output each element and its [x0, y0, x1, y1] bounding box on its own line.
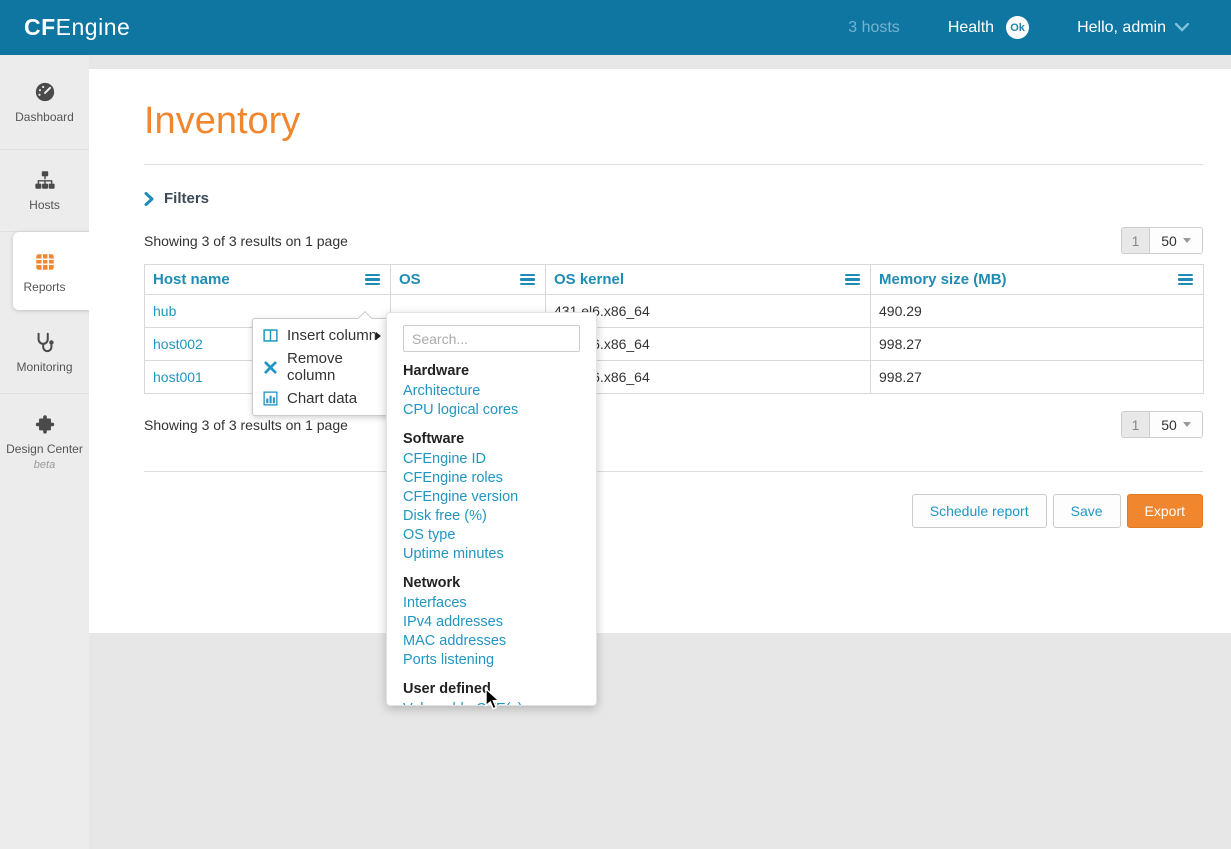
menu-item-chart-data[interactable]: Chart data [253, 387, 389, 410]
insert-column-icon [263, 328, 278, 343]
results-summary-bottom: Showing 3 of 3 results on 1 page [144, 417, 348, 433]
user-menu[interactable]: Hello, admin [1077, 19, 1189, 37]
sidebar-item-hosts[interactable]: Hosts [0, 150, 89, 232]
puzzle-icon [34, 413, 56, 435]
export-button[interactable]: Export [1127, 494, 1203, 528]
page-size-select[interactable]: 50 [1150, 228, 1202, 253]
sidebar-item-label: Design Center [6, 442, 83, 456]
caret-down-icon [1183, 422, 1191, 427]
group-header-hardware: Hardware [403, 363, 580, 379]
sidebar-item-label: Reports [23, 280, 65, 294]
page-number-button[interactable]: 1 [1122, 228, 1150, 253]
page-size-select[interactable]: 50 [1150, 412, 1202, 437]
attribute-option[interactable]: Ports listening [403, 651, 580, 670]
bar-chart-icon [263, 391, 278, 406]
chevron-right-icon [144, 192, 154, 206]
top-bar: CFEngine 3 hosts Health Ok Hello, admin [0, 0, 1231, 55]
attribute-option[interactable]: Uptime minutes [403, 545, 580, 564]
table-header-row: Host name OS OS kernel Memory size (MB) [145, 265, 1204, 295]
logo-light: Engine [56, 14, 131, 40]
submenu-caret-icon [376, 332, 381, 340]
host-link[interactable]: hub [153, 303, 176, 319]
sidebar-item-design-center[interactable]: Design Center beta [0, 394, 89, 490]
page-number-button[interactable]: 1 [1122, 412, 1150, 437]
user-greeting: Hello, admin [1077, 19, 1166, 37]
column-menu-icon[interactable] [1176, 272, 1195, 288]
column-header-host-name: Host name [145, 265, 391, 295]
attribute-option[interactable]: CFEngine ID [403, 450, 580, 469]
group-header-user-defined: User defined [403, 681, 580, 697]
column-menu-icon[interactable] [363, 272, 382, 288]
page-size-value: 50 [1161, 417, 1177, 433]
results-summary-top: Showing 3 of 3 results on 1 page [144, 233, 348, 249]
sitemap-icon [34, 169, 56, 191]
filters-label: Filters [164, 190, 209, 207]
attribute-option[interactable]: CPU logical cores [403, 401, 580, 420]
gauge-icon [34, 81, 56, 103]
table-icon [34, 251, 56, 273]
pagination-bottom: 1 50 [1121, 411, 1203, 438]
search-input[interactable] [403, 325, 580, 352]
attribute-option[interactable]: CFEngine version [403, 488, 580, 507]
schedule-report-button[interactable]: Schedule report [912, 494, 1047, 528]
logo-bold: CF [24, 14, 56, 40]
sidebar-item-dashboard[interactable]: Dashboard [0, 55, 89, 150]
menu-item-label: Chart data [287, 390, 357, 407]
sidebar-item-monitoring[interactable]: Monitoring [0, 312, 89, 394]
column-menu-icon[interactable] [518, 272, 537, 288]
page-title: Inventory [144, 100, 1203, 143]
memory-cell: 998.27 [871, 361, 1204, 394]
stethoscope-icon [34, 331, 56, 353]
menu-item-label: Remove column [287, 350, 379, 384]
sidebar-item-reports[interactable]: Reports [0, 232, 89, 312]
pagination-top: 1 50 [1121, 227, 1203, 254]
page-size-value: 50 [1161, 233, 1177, 249]
health-indicator[interactable]: Health Ok [948, 16, 1029, 39]
sidebar: Dashboard Hosts Reports Monitoring [0, 55, 89, 849]
column-header-os-kernel: OS kernel [546, 265, 871, 295]
hosts-count[interactable]: 3 hosts [848, 19, 900, 37]
column-label: Host name [153, 271, 230, 288]
sidebar-item-label: Hosts [29, 198, 60, 212]
health-label: Health [948, 19, 994, 37]
host-link[interactable]: host002 [153, 336, 203, 352]
divider [144, 164, 1203, 165]
column-header-os: OS [391, 265, 546, 295]
sidebar-item-label: Monitoring [16, 360, 72, 374]
attribute-option[interactable]: CFEngine roles [403, 469, 580, 488]
column-context-menu: Insert column Remove column Chart data [252, 318, 390, 416]
column-header-memory: Memory size (MB) [871, 265, 1204, 295]
health-ok-badge: Ok [1006, 16, 1029, 39]
sidebar-item-label: Dashboard [15, 110, 74, 124]
attribute-option[interactable]: OS type [403, 526, 580, 545]
column-label: Memory size (MB) [879, 271, 1007, 288]
remove-icon [263, 360, 278, 375]
attribute-option[interactable]: Disk free (%) [403, 507, 580, 526]
attribute-option[interactable]: Architecture [403, 382, 580, 401]
menu-item-remove-column[interactable]: Remove column [253, 347, 389, 387]
insert-column-panel: Hardware Architecture CPU logical cores … [386, 312, 597, 706]
column-label: OS kernel [554, 271, 624, 288]
column-menu-icon[interactable] [843, 272, 862, 288]
column-label: OS [399, 271, 421, 288]
group-header-software: Software [403, 431, 580, 447]
caret-down-icon [1183, 238, 1191, 243]
beta-badge: beta [34, 459, 55, 471]
attribute-option[interactable]: MAC addresses [403, 632, 580, 651]
host-link[interactable]: host001 [153, 369, 203, 385]
memory-cell: 998.27 [871, 328, 1204, 361]
chevron-down-icon [1175, 23, 1189, 32]
cfengine-logo[interactable]: CFEngine [24, 14, 130, 41]
filters-toggle[interactable]: Filters [144, 190, 1203, 207]
save-button[interactable]: Save [1053, 494, 1121, 528]
divider [144, 471, 1203, 472]
memory-cell: 490.29 [871, 295, 1204, 328]
attribute-option[interactable]: IPv4 addresses [403, 613, 580, 632]
attribute-option[interactable]: Vulnerable CVE(s) [403, 700, 580, 706]
group-header-network: Network [403, 575, 580, 591]
menu-item-insert-column[interactable]: Insert column [253, 324, 389, 347]
attribute-option[interactable]: Interfaces [403, 594, 580, 613]
menu-item-label: Insert column [287, 327, 377, 344]
